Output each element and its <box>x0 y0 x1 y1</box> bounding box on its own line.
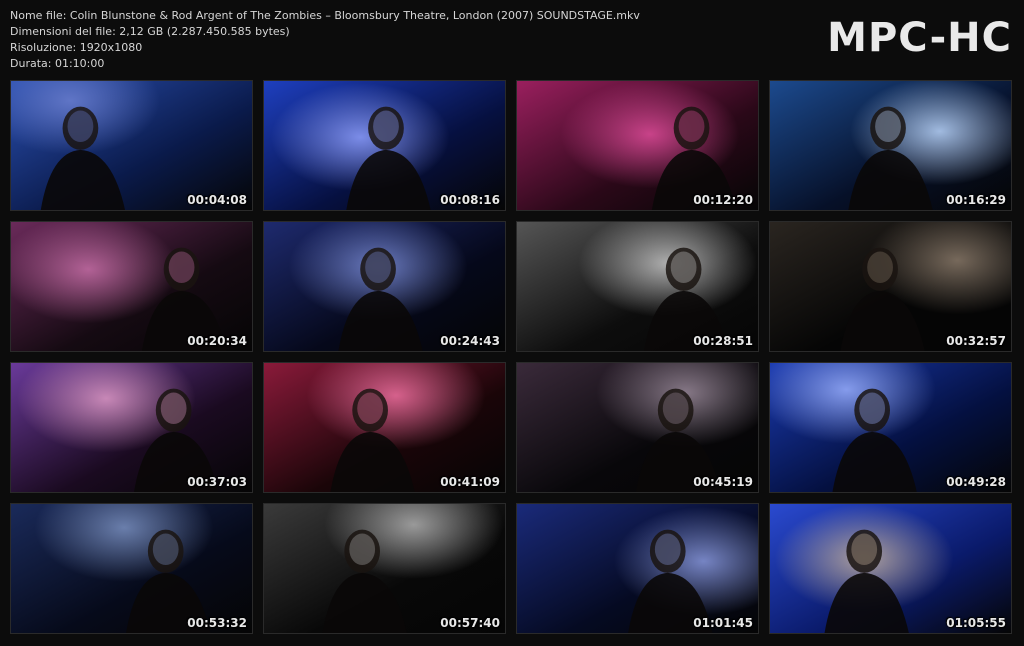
timestamp-label: 00:45:19 <box>693 475 753 489</box>
timestamp-label: 00:32:57 <box>946 334 1006 348</box>
timestamp-label: 00:04:08 <box>187 193 247 207</box>
video-thumbnail: 00:32:57 <box>769 221 1012 352</box>
timestamp-label: 00:57:40 <box>440 616 500 630</box>
timestamp-label: 00:53:32 <box>187 616 247 630</box>
video-thumbnail: 00:28:51 <box>516 221 759 352</box>
video-thumbnail: 01:05:55 <box>769 503 1012 634</box>
file-info: Nome file: Colin Blunstone & Rod Argent … <box>10 8 640 72</box>
file-name-line: Nome file: Colin Blunstone & Rod Argent … <box>10 9 640 22</box>
info-header: Nome file: Colin Blunstone & Rod Argent … <box>0 0 1024 78</box>
video-thumbnail: 00:08:16 <box>263 80 506 211</box>
mpc-hc-logo: MPC-HC <box>827 15 1012 61</box>
thumbnail-grid: 00:04:08 00:08:16 00:12:20 00:16:29 00:2… <box>10 80 1014 634</box>
duration-line: Durata: 01:10:00 <box>10 57 105 70</box>
timestamp-label: 00:37:03 <box>187 475 247 489</box>
timestamp-label: 01:05:55 <box>946 616 1006 630</box>
file-size-line: Dimensioni del file: 2,12 GB (2.287.450.… <box>10 25 290 38</box>
timestamp-label: 00:08:16 <box>440 193 500 207</box>
resolution-line: Risoluzione: 1920x1080 <box>10 41 143 54</box>
video-thumbnail: 00:53:32 <box>10 503 253 634</box>
timestamp-label: 00:28:51 <box>693 334 753 348</box>
video-thumbnail: 00:45:19 <box>516 362 759 493</box>
video-thumbnail: 00:12:20 <box>516 80 759 211</box>
video-thumbnail: 00:04:08 <box>10 80 253 211</box>
video-thumbnail: 01:01:45 <box>516 503 759 634</box>
timestamp-label: 00:24:43 <box>440 334 500 348</box>
video-thumbnail: 00:37:03 <box>10 362 253 493</box>
video-thumbnail: 00:20:34 <box>10 221 253 352</box>
timestamp-label: 00:20:34 <box>187 334 247 348</box>
video-thumbnail: 00:41:09 <box>263 362 506 493</box>
timestamp-label: 01:01:45 <box>693 616 753 630</box>
video-thumbnail: 00:57:40 <box>263 503 506 634</box>
video-thumbnail: 00:16:29 <box>769 80 1012 211</box>
video-thumbnail: 00:49:28 <box>769 362 1012 493</box>
video-thumbnail: 00:24:43 <box>263 221 506 352</box>
timestamp-label: 00:41:09 <box>440 475 500 489</box>
timestamp-label: 00:49:28 <box>946 475 1006 489</box>
timestamp-label: 00:16:29 <box>946 193 1006 207</box>
timestamp-label: 00:12:20 <box>693 193 753 207</box>
